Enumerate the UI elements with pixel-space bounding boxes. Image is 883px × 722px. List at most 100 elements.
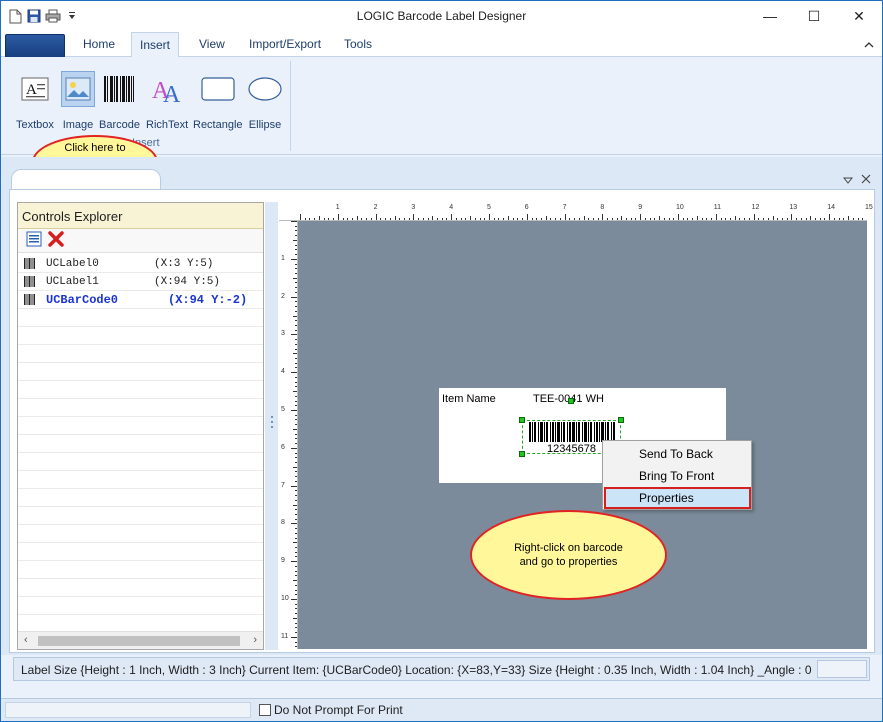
control-position: (X:94 Y:5) [154,275,221,288]
item-name-caption[interactable]: Item Name [442,393,496,405]
ruler-number: 12 [751,204,760,211]
do-not-prompt-checkbox[interactable] [259,704,271,716]
tab-home[interactable]: Home [83,37,115,51]
ruler-tick [838,218,840,220]
ruler-tick [295,457,297,459]
close-button[interactable]: ✕ [836,1,882,31]
insert-richtext-label: RichText [146,119,189,131]
insert-ellipse-label: Ellipse [248,119,282,131]
ruler-tick [295,594,297,596]
insert-barcode-button[interactable]: Barcode [99,71,140,131]
menu-item-send-to-back[interactable]: Send To Back [639,447,713,461]
ruler-tick [295,376,297,378]
ruler-tick [295,589,297,591]
ruler-tick [706,218,708,220]
ruler-tick [295,291,297,293]
delete-icon[interactable] [48,231,64,250]
ruler-tick [295,329,297,331]
control-name: UCBarCode0 [46,292,119,307]
ruler-tick [663,218,665,220]
ruler-tick [763,218,765,220]
ruler-tick [493,218,495,220]
ruler-tick [729,218,731,220]
tab-tools[interactable]: Tools [344,37,372,51]
ruler-tick [293,353,297,355]
ruler-tick [777,218,779,220]
tab-view[interactable]: View [199,37,225,51]
scroll-right-icon[interactable]: › [253,634,257,646]
barcode-bars [529,422,615,442]
empty-row [18,417,263,435]
empty-row [18,597,263,615]
app-window: LOGIC Barcode Label Designer — ☐ ✕ Home … [0,0,883,722]
collapse-ribbon-icon[interactable] [864,38,874,48]
insert-richtext-button[interactable]: AA RichText [146,71,188,131]
scrollbar-thumb[interactable] [38,636,240,646]
ruler-number: 8 [600,204,605,211]
empty-row [18,345,263,363]
ruler-tick [291,296,297,298]
ruler-number: 5 [281,406,285,413]
list-item[interactable]: UCLabel0 (X:3 Y:5) [18,255,263,273]
close-document-icon[interactable] [861,174,871,187]
ruler-tick [295,575,297,577]
ruler-tick [295,235,297,237]
minimize-button[interactable]: — [747,1,793,31]
ruler-tick [607,218,609,220]
ruler-tick [295,306,297,308]
ruler-tick [293,391,297,393]
ruler-tick [758,218,760,220]
list-item-selected[interactable]: UCBarCode0 (X:94 Y:-2) [18,291,263,309]
insert-ellipse-button[interactable]: Ellipse [248,71,282,131]
tab-import-export[interactable]: Import/Export [249,37,321,51]
rotate-handle[interactable] [568,398,574,404]
tab-insert[interactable]: Insert [131,32,180,58]
insert-image-button[interactable]: Image [61,71,95,131]
ruler-number: 13 [789,204,798,211]
ruler-tick [295,324,297,326]
ruler-tick [291,523,297,525]
maximize-button[interactable]: ☐ [791,1,837,31]
ruler-tick [295,348,297,350]
ruler-tick [427,218,429,220]
ruler-tick [295,532,297,534]
ruler-tick [744,218,746,220]
ruler-tick [843,218,845,220]
ruler-tick [295,608,297,610]
ruler-tick [295,386,297,388]
resize-handle[interactable] [519,451,525,457]
menu-item-bring-to-front[interactable]: Bring To Front [639,469,714,483]
ruler-tick [592,218,594,220]
insert-textbox-button[interactable]: A Textbox [16,71,54,131]
ruler-tick [295,518,297,520]
ruler-tick [295,570,297,572]
ruler-tick [696,216,698,220]
application-menu-button[interactable] [5,34,65,58]
menu-item-properties[interactable]: Properties [639,491,694,505]
ruler-tick [522,218,524,220]
insert-rectangle-button[interactable]: Rectangle [193,71,243,131]
list-item[interactable]: UCLabel1 (X:94 Y:5) [18,273,263,291]
resize-handle[interactable] [618,417,624,423]
control-name: UCLabel0 [46,257,99,270]
resize-handle[interactable] [519,417,525,423]
horizontal-scrollbar[interactable]: ‹ › [18,631,263,649]
properties-list-icon[interactable] [26,231,42,250]
do-not-prompt-label: Do Not Prompt For Print [274,703,403,717]
ruler-tick [295,547,297,549]
ruler-number: 4 [449,204,454,211]
richtext-icon: AA [150,71,184,107]
barcode-icon [102,71,136,107]
ruler-tick [489,214,490,220]
ruler-tick [295,452,297,454]
properties-callout: Right-click on barcode and go to propert… [470,510,667,600]
scroll-left-icon[interactable]: ‹ [24,634,28,646]
ruler-tick [295,225,297,227]
ruler-number: 2 [281,292,285,300]
tab-list-dropdown-icon[interactable] [842,177,854,188]
panel-splitter[interactable] [265,202,278,650]
ruler-tick [295,244,297,246]
ruler-number: 7 [562,204,567,211]
ruler-tick [734,216,736,220]
svg-text:A: A [163,82,181,104]
